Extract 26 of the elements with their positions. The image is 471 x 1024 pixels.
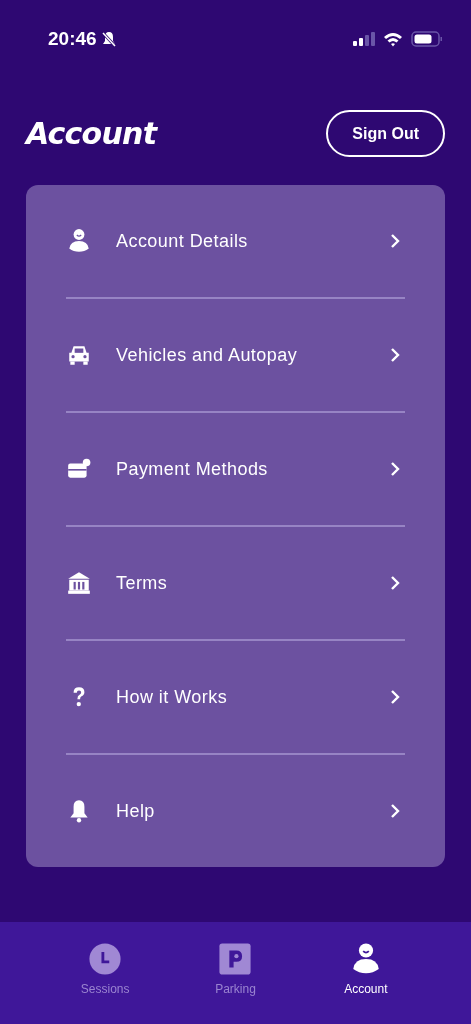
chevron-icon bbox=[389, 461, 401, 477]
page-title: Account bbox=[26, 115, 157, 153]
chevron-icon bbox=[389, 347, 401, 363]
status-time: 20:46 bbox=[48, 26, 97, 51]
menu-item[interactable]: Vehicles and Autopay bbox=[66, 299, 405, 411]
menu-item[interactable]: Terms bbox=[66, 527, 405, 639]
menu-item[interactable]: Payment Methods bbox=[66, 413, 405, 525]
chevron-icon bbox=[389, 575, 401, 591]
sign-out-button[interactable]: Sign Out bbox=[326, 110, 445, 157]
chevron-icon bbox=[389, 233, 401, 249]
chevron-icon bbox=[389, 689, 401, 705]
battery-icon bbox=[411, 31, 443, 47]
tab[interactable]: Sessions bbox=[57, 942, 154, 1024]
parking-icon bbox=[218, 942, 253, 976]
clock-icon bbox=[88, 942, 123, 976]
chevron-icon bbox=[389, 803, 401, 819]
bank-icon bbox=[66, 570, 92, 596]
menu-item[interactable]: Help bbox=[66, 755, 405, 867]
person-icon bbox=[66, 228, 92, 254]
menu-item[interactable]: How it Works bbox=[66, 641, 405, 753]
tab[interactable]: Account bbox=[317, 942, 414, 1024]
signal-icon bbox=[353, 32, 375, 46]
wifi-icon bbox=[383, 31, 403, 47]
muted-bell-icon bbox=[100, 31, 117, 47]
menu-item[interactable]: Account Details bbox=[66, 185, 405, 297]
tab[interactable]: Parking bbox=[187, 942, 284, 1024]
